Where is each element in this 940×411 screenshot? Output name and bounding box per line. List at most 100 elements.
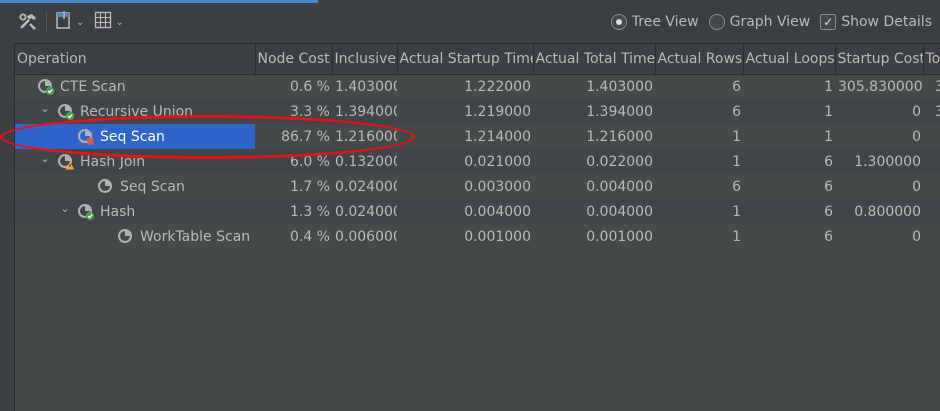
operation-cell[interactable]: WorkTable Scan	[15, 224, 255, 249]
graph-view-option[interactable]: Graph View	[708, 14, 811, 30]
total-cost-cell: 34	[923, 74, 940, 99]
operation-label: CTE Scan	[60, 78, 126, 95]
total-time-cell: 0.022000	[533, 149, 655, 174]
node-cost-cell: 3.3 %	[255, 99, 332, 124]
operation-label: Recursive Union	[80, 103, 194, 120]
col-actual-rows[interactable]: Actual Rows	[655, 44, 744, 75]
rows-cell: 1	[655, 149, 743, 174]
grid-button[interactable]: ⌄	[94, 10, 124, 34]
graph-view-label: Graph View	[729, 14, 811, 30]
table-header: Operation Node Cost Inclusive Actual Sta…	[15, 44, 940, 75]
chevron-down-icon: ⌄	[115, 16, 124, 28]
startup-time-cell: 1.214000	[397, 124, 533, 149]
startup-cost-cell: 0	[835, 174, 923, 199]
inclusive-cell: 1.216000	[332, 124, 397, 149]
loops-cell: 1	[743, 124, 835, 149]
total-cost-cell	[923, 199, 940, 224]
inclusive-cell: 0.024000	[332, 199, 397, 224]
toolbar-separator	[46, 11, 47, 33]
tree-view-radio[interactable]	[610, 14, 627, 30]
operation-label: WorkTable Scan	[140, 228, 251, 245]
seq-scan-hot-icon	[76, 127, 96, 147]
seq-scan-icon	[96, 177, 116, 197]
chevron-down-icon[interactable]: ⌄	[38, 102, 52, 115]
startup-cost-cell: 0	[835, 224, 923, 249]
col-operation[interactable]: Operation	[15, 44, 256, 75]
export-icon	[55, 10, 73, 34]
view-options: Tree View Graph View ✓ Show Details	[610, 3, 932, 41]
hash-join-warning-icon	[56, 152, 76, 172]
table-row[interactable]: WorkTable Scan 0.4 % 0.006000 0.001000 0.001…	[15, 224, 940, 249]
table-row[interactable]: CTE Scan 0.6 % 1.403000 1.222000 1.403000 6 1 3…	[15, 74, 940, 99]
tree-view-option[interactable]: Tree View	[610, 14, 699, 30]
loops-cell: 6	[743, 199, 835, 224]
inclusive-cell: 1.394000	[332, 99, 397, 124]
node-cost-cell: 0.4 %	[255, 224, 332, 249]
startup-cost-cell: 1.300000	[835, 149, 923, 174]
operation-label: Hash Join	[80, 153, 146, 170]
table-row[interactable]: ⌄ Hash 1.3 % 0.024000 0.004000 0.004000 1 6 0.80…	[15, 199, 940, 224]
startup-cost-cell: 0	[835, 99, 923, 124]
show-details-label: Show Details	[841, 14, 932, 30]
col-startup-cost[interactable]: Startup Cost	[835, 44, 924, 75]
rows-cell: 1	[655, 224, 743, 249]
total-time-cell: 1.394000	[533, 99, 655, 124]
total-cost-cell: 30	[923, 99, 940, 124]
total-time-cell: 0.004000	[533, 174, 655, 199]
total-time-cell: 0.004000	[533, 199, 655, 224]
inclusive-cell: 0.006000	[332, 224, 397, 249]
total-cost-cell: 0	[923, 224, 940, 249]
loops-cell: 6	[743, 174, 835, 199]
loops-cell: 1	[743, 99, 835, 124]
table-row[interactable]: Seq Scan 1.7 % 0.024000 0.003000 0.004000 6 6 0…	[15, 174, 940, 199]
table-row[interactable]: Seq Scan 86.7 % 1.216000 1.214000 1.216000 1 1…	[15, 124, 940, 149]
total-time-cell: 1.403000	[533, 74, 655, 99]
total-time-cell: 0.001000	[533, 224, 655, 249]
total-time-cell: 1.216000	[533, 124, 655, 149]
node-cost-cell: 0.6 %	[255, 74, 332, 99]
col-actual-loops[interactable]: Actual Loops	[743, 44, 836, 75]
graph-view-radio[interactable]	[708, 14, 725, 30]
node-cost-cell: 86.7 %	[255, 124, 332, 149]
operation-cell[interactable]: ⌄ Hash Join	[15, 149, 255, 174]
col-actual-startup-time[interactable]: Actual Startup Time	[397, 44, 534, 75]
inclusive-cell: 1.403000	[332, 74, 397, 99]
table-row[interactable]: ⌄ Hash Join 6.0 % 0.132000 0.021000 0.022000 1…	[15, 149, 940, 174]
chevron-down-icon[interactable]: ⌄	[58, 202, 72, 215]
col-total-cost[interactable]: To	[923, 44, 940, 75]
total-cost-cell: 1	[923, 174, 940, 199]
startup-time-cell: 0.004000	[397, 199, 533, 224]
total-cost-cell: 1	[923, 124, 940, 149]
show-details-option[interactable]: ✓ Show Details	[820, 14, 932, 30]
operation-cell[interactable]: CTE Scan	[15, 74, 255, 99]
col-inclusive[interactable]: Inclusive	[332, 44, 398, 75]
startup-cost-cell: 305.830000	[835, 74, 923, 99]
operation-cell[interactable]: Seq Scan	[15, 174, 255, 199]
show-details-checkbox[interactable]: ✓	[820, 14, 837, 30]
table-row[interactable]: ⌄ Recursive Union 3.3 % 1.394000 1.219000 1.3…	[15, 99, 940, 124]
startup-time-cell: 1.219000	[397, 99, 533, 124]
scan-node-icon	[36, 77, 56, 97]
operation-label: Seq Scan	[100, 128, 165, 145]
chevron-down-icon[interactable]: ⌄	[38, 152, 52, 165]
node-cost-cell: 1.3 %	[255, 199, 332, 224]
col-node-cost[interactable]: Node Cost	[255, 44, 333, 75]
startup-cost-cell: 0	[835, 124, 923, 149]
inclusive-cell: 0.024000	[332, 174, 397, 199]
loops-cell: 1	[743, 74, 835, 99]
toolbar: ⌄ ⌄ Tree View Graph View ✓ Show Details	[0, 3, 940, 41]
grid-icon	[94, 11, 112, 33]
operation-cell[interactable]: ⌄ Hash	[15, 199, 255, 224]
rows-cell: 6	[655, 74, 743, 99]
operation-label: Hash	[100, 203, 136, 220]
total-cost-cell: 2	[923, 149, 940, 174]
loops-cell: 6	[743, 224, 835, 249]
operation-cell[interactable]: ⌄ Recursive Union	[15, 99, 255, 124]
node-cost-cell: 6.0 %	[255, 149, 332, 174]
union-node-icon	[56, 102, 76, 122]
col-actual-total-time[interactable]: Actual Total Time	[533, 44, 656, 75]
startup-time-cell: 0.021000	[397, 149, 533, 174]
export-button[interactable]: ⌄	[55, 10, 84, 34]
wrench-hammer-icon[interactable]	[18, 10, 38, 34]
operation-cell[interactable]: Seq Scan	[15, 124, 255, 149]
